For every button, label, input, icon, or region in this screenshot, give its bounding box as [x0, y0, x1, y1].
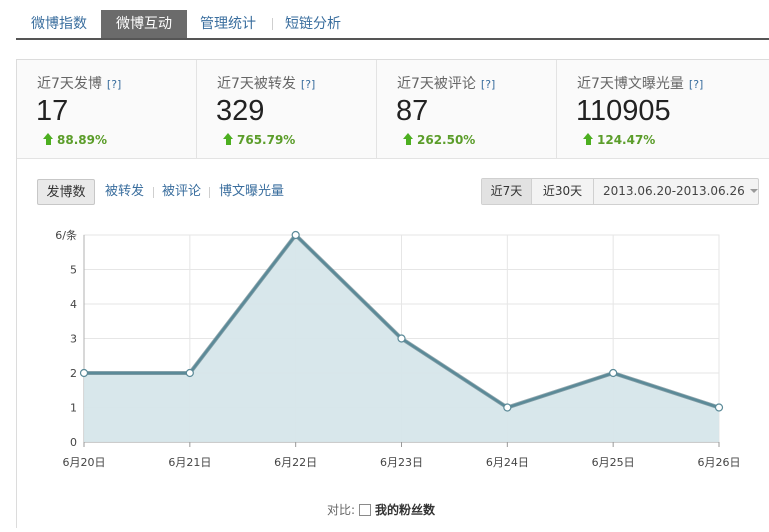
x-tick-label: 6月22日 — [274, 456, 317, 469]
y-tick-label: 4 — [70, 298, 77, 311]
compare-control: 对比: 我的粉丝数 — [327, 501, 435, 518]
x-tick-label: 6月20日 — [63, 456, 106, 469]
x-tick-label: 6月24日 — [486, 456, 529, 469]
x-tick-label: 6月25日 — [592, 456, 635, 469]
data-point — [609, 368, 618, 378]
x-tick-label: 6月21日 — [168, 456, 211, 469]
data-point — [185, 368, 194, 378]
x-tick-label: 6月23日 — [380, 456, 423, 469]
compare-label: 对比: — [327, 503, 356, 517]
data-point — [714, 403, 724, 412]
y-tick-label: 2 — [70, 367, 77, 380]
y-tick-label: 6/条 — [55, 228, 77, 242]
data-point — [291, 230, 300, 240]
y-tick-label: 0 — [70, 436, 77, 449]
y-tick-label: 1 — [70, 402, 77, 415]
data-point — [397, 334, 406, 343]
compare-option-label: 我的粉丝数 — [375, 503, 436, 517]
data-point — [503, 403, 512, 412]
chart-container: 0 1 2 3 4 5 6/条 6月20日 6月21日 6月22日 6月23日 6月24日 6月25日 6… — [0, 0, 769, 532]
x-tick-label: 6月26日 — [698, 456, 741, 469]
posts-area-chart: 0 1 2 3 4 5 6/条 6月20日 6月21日 6月22日 6月23日 6月24日 6月25日 6… — [55, 228, 741, 469]
y-tick-label: 5 — [70, 264, 77, 277]
compare-checkbox[interactable] — [359, 504, 372, 516]
y-tick-label: 3 — [70, 333, 77, 346]
data-point — [79, 368, 89, 378]
